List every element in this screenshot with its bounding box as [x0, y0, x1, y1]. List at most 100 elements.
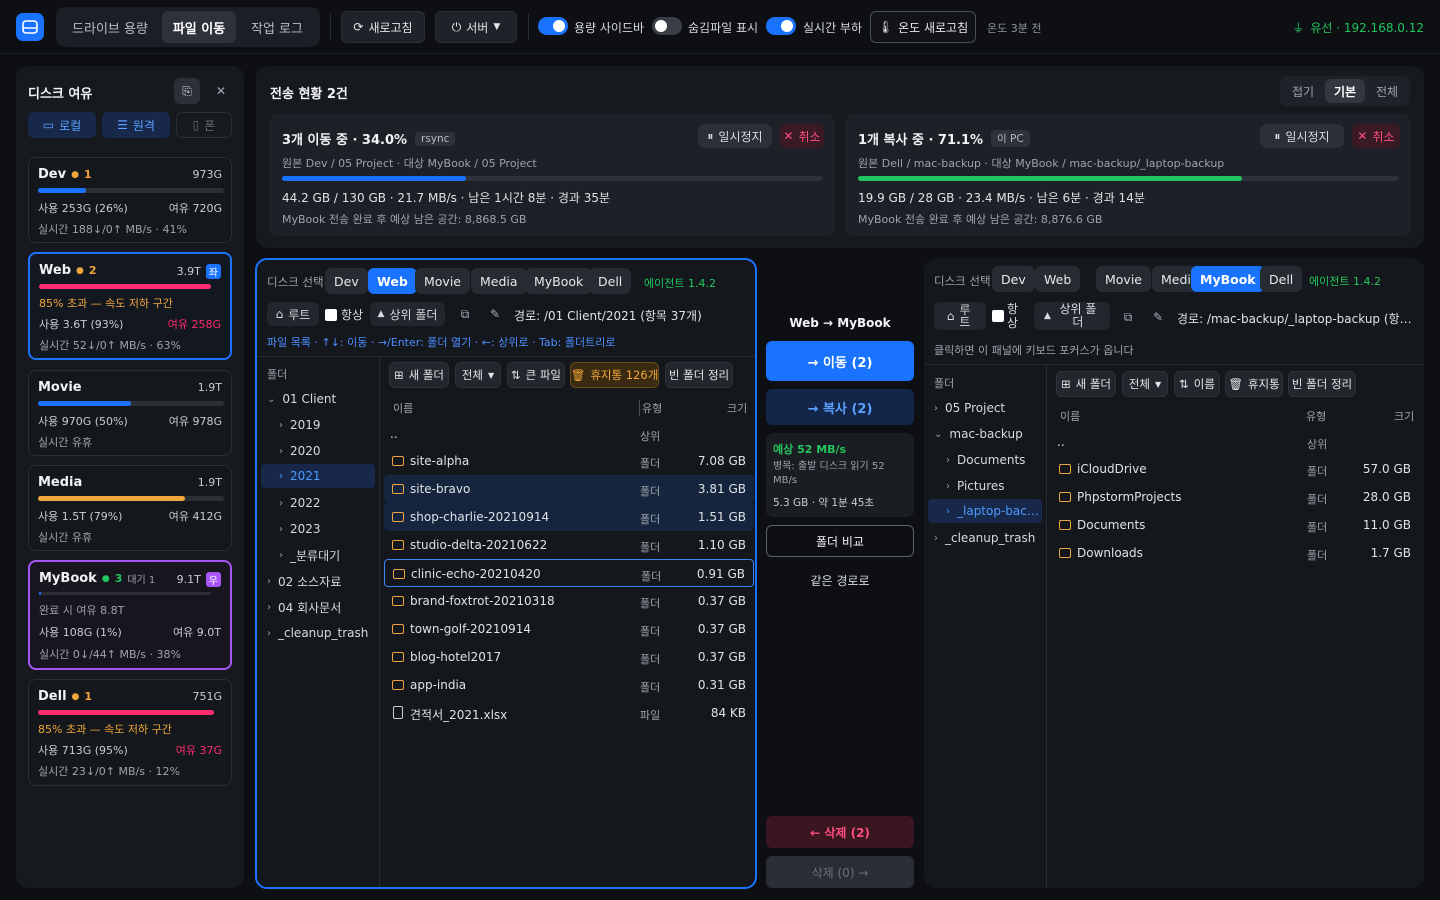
list-item[interactable]: Downloads 폴더 1.7 GB — [1051, 539, 1419, 567]
view-collapse-button[interactable]: 접기 — [1283, 79, 1323, 103]
list-item-parent[interactable]: .. 상위 — [384, 420, 754, 448]
sort-name-button[interactable]: ⇅ 이름 — [1174, 371, 1220, 397]
tree-item[interactable]: › _분류대기 — [279, 544, 340, 566]
new-folder-button[interactable]: ⊞ 새 폴더 — [389, 362, 449, 388]
disk-card-media[interactable]: Media 1.9T 사용 1.5T (79%) 여유 412G 실시간 유휴 — [28, 465, 232, 551]
column-type[interactable]: 유형 — [639, 400, 662, 416]
tab-file-move[interactable]: 파일 이동 — [162, 11, 236, 43]
column-size[interactable]: 크기 — [1394, 408, 1414, 424]
list-item[interactable]: Documents 폴더 11.0 GB — [1051, 511, 1419, 539]
new-folder-button[interactable]: ⊞ 새 폴더 — [1056, 371, 1116, 397]
tree-item[interactable]: › 2020 — [279, 440, 321, 462]
capacity-sidebar-toggle[interactable] — [538, 17, 568, 35]
tab-remote[interactable]: ☰ 원격 — [102, 112, 170, 138]
list-item[interactable]: PhpstormProjects 폴더 28.0 GB — [1051, 483, 1419, 511]
tree-item-selected[interactable]: › 2021 — [261, 464, 375, 488]
item-type: 폴더 — [640, 597, 661, 610]
parent-folder-button[interactable]: ▲ 상위 폴더 — [370, 302, 445, 326]
disk-card-dev[interactable]: Dev ● 1 973G 사용 253G (26%) 여유 720G 실시간 188… — [28, 157, 232, 243]
disk-tab-movie[interactable]: Movie — [415, 268, 470, 294]
copy-path-icon[interactable]: ⧉ — [1118, 307, 1138, 327]
cancel-button[interactable]: ✕ 취소 — [1352, 124, 1400, 148]
tree-item[interactable]: › _cleanup_trash — [934, 527, 1035, 549]
disk-card-dell[interactable]: Dell ● 1 751G 85% 초과 — 속도 저하 구간 사용 713G (9… — [28, 679, 232, 786]
list-item-selected[interactable]: site-bravo 폴더 3.81 GB — [384, 475, 754, 503]
parent-folder-label: 상위 폴더 — [389, 307, 438, 322]
list-item[interactable]: site-alpha 폴더 7.08 GB — [384, 447, 754, 475]
column-name[interactable]: 이름 — [393, 400, 413, 416]
list-item-selected[interactable]: shop-charlie-20210914 폴더 1.51 GB — [384, 503, 754, 531]
refresh-button[interactable]: ⟳ 새로고침 — [341, 11, 425, 43]
delete-right-button[interactable]: 삭제 (0) → — [766, 856, 914, 888]
trash-button[interactable]: 🗑︎ 휴지통 — [1225, 371, 1283, 397]
column-name[interactable]: 이름 — [1060, 408, 1080, 424]
clean-empty-folders-button[interactable]: 빈 폴더 정리 — [1288, 371, 1356, 397]
edit-path-icon[interactable]: ✎ — [1148, 307, 1168, 327]
close-icon[interactable]: ✕ — [210, 78, 232, 104]
tree-item[interactable]: › 2019 — [279, 414, 321, 436]
pause-button[interactable]: ⏸︎ 일시정지 — [1260, 124, 1344, 148]
disk-tab-dell[interactable]: Dell — [589, 268, 632, 294]
list-item[interactable]: studio-delta-20210622 폴더 1.10 GB — [384, 531, 754, 559]
clean-empty-folders-button[interactable]: 빈 폴더 정리 — [665, 362, 733, 388]
list-item[interactable]: blog-hotel2017 폴더 0.37 GB — [384, 643, 754, 671]
large-files-button[interactable]: ⇅ 큰 파일 — [507, 362, 565, 388]
list-item[interactable]: iCloudDrive 폴더 57.0 GB — [1051, 455, 1419, 483]
disk-card-web[interactable]: Web ● 2 3.9T 좌 85% 초과 — 속도 저하 구간 사용 3.6T (9… — [28, 252, 232, 360]
same-path-button[interactable]: 같은 경로로 — [766, 565, 914, 595]
temp-refresh-button[interactable]: 🌡︎ 온도 새로고침 — [870, 11, 976, 43]
list-item-focused[interactable]: clinic-echo-20210420 폴더 0.91 GB — [384, 559, 754, 587]
edit-path-icon[interactable]: ✎ — [485, 304, 505, 324]
phone-icon: ▯ — [192, 118, 200, 132]
tab-drive-capacity[interactable]: 드라이브 용량 — [60, 11, 160, 43]
column-size[interactable]: 크기 — [727, 400, 747, 416]
tree-item[interactable]: › Pictures — [946, 475, 1005, 497]
list-item-parent[interactable]: .. 상위 — [1051, 428, 1419, 456]
tree-item-label: 2022 — [290, 496, 321, 510]
tree-item[interactable]: › 2023 — [279, 518, 321, 540]
pause-button[interactable]: ⏸︎ 일시정지 — [698, 124, 772, 148]
copy-button[interactable]: → 복사 (2) — [766, 389, 914, 425]
filter-all-select[interactable]: 전체 ▼ — [455, 362, 501, 388]
tab-phone[interactable]: ▯ 폰 — [176, 112, 232, 138]
disk-tab-dell[interactable]: Dell — [1260, 266, 1303, 292]
disk-tab-media[interactable]: Media — [471, 268, 527, 294]
tree-item[interactable]: › 02 소스자료 — [267, 570, 341, 592]
disk-card-mybook[interactable]: MyBook ● 3 대기 1 9.1T 우 완료 시 여유 8.8T 사용 108G … — [28, 560, 232, 670]
tree-item[interactable]: › _cleanup_trash — [267, 622, 368, 644]
hidden-files-toggle[interactable] — [652, 17, 682, 35]
move-button[interactable]: → 이동 (2) — [766, 341, 914, 381]
tree-item[interactable]: › 05 Project — [934, 397, 1005, 419]
list-item[interactable]: brand-foxtrot-20210318 폴더 0.37 GB — [384, 587, 754, 615]
compare-folders-button[interactable]: 폴더 비교 — [766, 525, 914, 557]
list-item[interactable]: app-india 폴더 0.31 GB — [384, 671, 754, 699]
disk-tab-mybook[interactable]: MyBook — [525, 268, 593, 294]
item-size: 0.91 GB — [696, 567, 745, 581]
realtime-load-toggle[interactable] — [766, 17, 796, 35]
tree-item[interactable]: › 2022 — [279, 492, 321, 514]
view-all-button[interactable]: 전체 — [1367, 79, 1407, 103]
trash-button[interactable]: 🗑︎ 휴지통 126개 — [570, 362, 659, 388]
tree-item[interactable]: › Documents — [946, 449, 1025, 471]
server-label: 서버 — [466, 20, 489, 35]
delete-left-button[interactable]: ← 삭제 (2) — [766, 816, 914, 848]
disk-card-movie[interactable]: Movie 1.9T 사용 970G (50%) 여유 978G 실시간 유휴 — [28, 370, 232, 456]
column-type[interactable]: 유형 — [1306, 408, 1326, 424]
disk-tab-mybook[interactable]: MyBook — [1191, 266, 1265, 292]
disk-tab-movie[interactable]: Movie — [1096, 266, 1151, 292]
filter-all-select[interactable]: 전체 ▼ — [1122, 371, 1168, 397]
tab-local[interactable]: ▭ 로컬 — [28, 112, 96, 138]
tree-item[interactable]: ⌄ mac-backup — [934, 423, 1023, 445]
cancel-button[interactable]: ✕ 취소 — [780, 124, 824, 148]
attach-icon[interactable]: ⎘ — [174, 78, 200, 104]
tree-item[interactable]: ⌄ 01 Client — [267, 388, 336, 410]
tab-job-log[interactable]: 작업 로그 — [238, 11, 316, 43]
tree-item[interactable]: › 04 회사문서 — [267, 596, 341, 618]
list-item[interactable]: 견적서_2021.xlsx 파일 84 KB — [384, 699, 754, 727]
list-item[interactable]: town-golf-20210914 폴더 0.37 GB — [384, 615, 754, 643]
app-logo-icon[interactable] — [16, 13, 44, 41]
server-menu-button[interactable]: ⏻ 서버 ▼ — [435, 11, 517, 43]
tree-item-selected[interactable]: › _laptop-backup — [928, 499, 1042, 523]
view-basic-button[interactable]: 기본 — [1325, 79, 1365, 103]
copy-path-icon[interactable]: ⧉ — [455, 304, 475, 324]
